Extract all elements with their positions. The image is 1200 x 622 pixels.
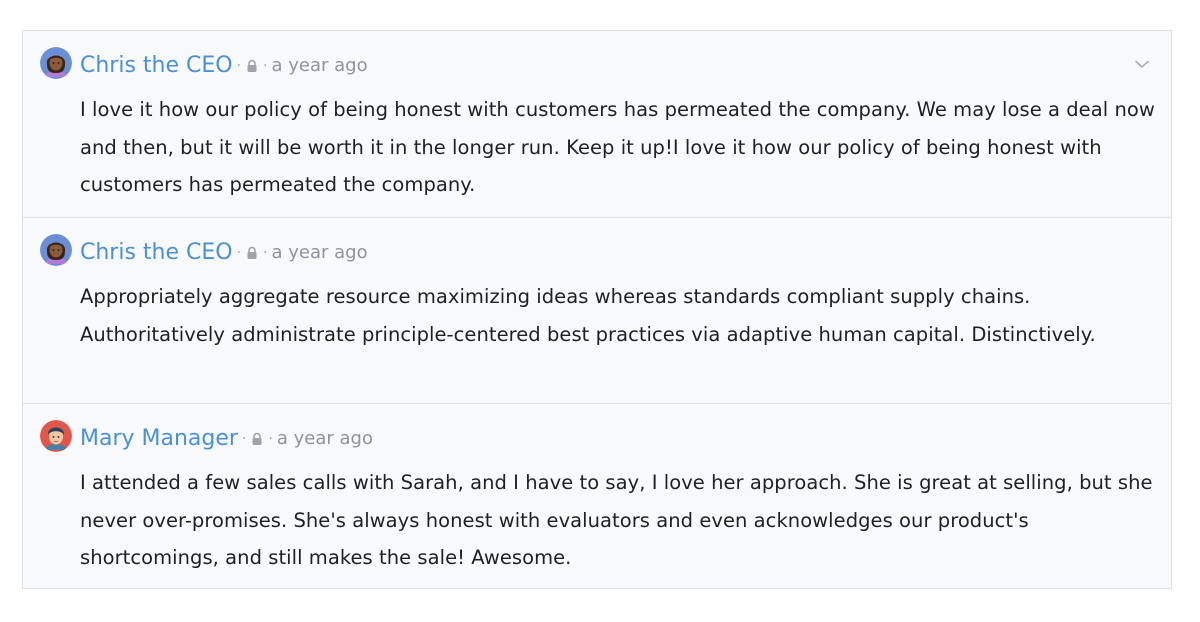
separator-dot: · <box>236 245 242 261</box>
separator-dot: · <box>241 431 247 447</box>
comment-body: Appropriately aggregate resource maximiz… <box>80 285 1096 346</box>
comment-feed: Chris the CEO · · a year ago I love it h… <box>22 30 1172 589</box>
comment-meta: Chris the CEO · · a year ago <box>80 239 368 267</box>
chevron-down-icon[interactable] <box>1133 55 1151 73</box>
comment-item: Mary Manager · · a year ago I attended a… <box>23 403 1171 588</box>
comment-item: Chris the CEO · · a year ago I love it h… <box>23 31 1171 217</box>
separator-dot: · <box>263 245 268 261</box>
person-avatar-icon <box>40 47 72 79</box>
author-link[interactable]: Chris the CEO <box>80 52 233 80</box>
separator-dot: · <box>268 431 273 447</box>
author-link[interactable]: Mary Manager <box>80 425 238 453</box>
timestamp: a year ago <box>271 242 368 263</box>
comment-meta: Chris the CEO · · a year ago <box>80 52 368 80</box>
avatar[interactable] <box>40 420 72 452</box>
person-avatar-icon <box>40 234 72 266</box>
avatar[interactable] <box>40 234 72 266</box>
person-avatar-icon <box>40 420 72 452</box>
comment-body: I attended a few sales calls with Sarah,… <box>80 471 1153 569</box>
timestamp: a year ago <box>271 55 368 76</box>
lock-icon <box>245 59 259 73</box>
avatar[interactable] <box>40 47 72 79</box>
lock-icon <box>245 246 259 260</box>
comment-item: Chris the CEO · · a year ago Appropriate… <box>23 217 1171 403</box>
separator-dot: · <box>263 58 268 74</box>
author-link[interactable]: Chris the CEO <box>80 239 233 267</box>
comment-meta: Mary Manager · · a year ago <box>80 425 373 453</box>
separator-dot: · <box>236 58 242 74</box>
timestamp: a year ago <box>276 428 373 449</box>
comment-body: I love it how our policy of being honest… <box>80 98 1155 196</box>
lock-icon <box>250 432 264 446</box>
